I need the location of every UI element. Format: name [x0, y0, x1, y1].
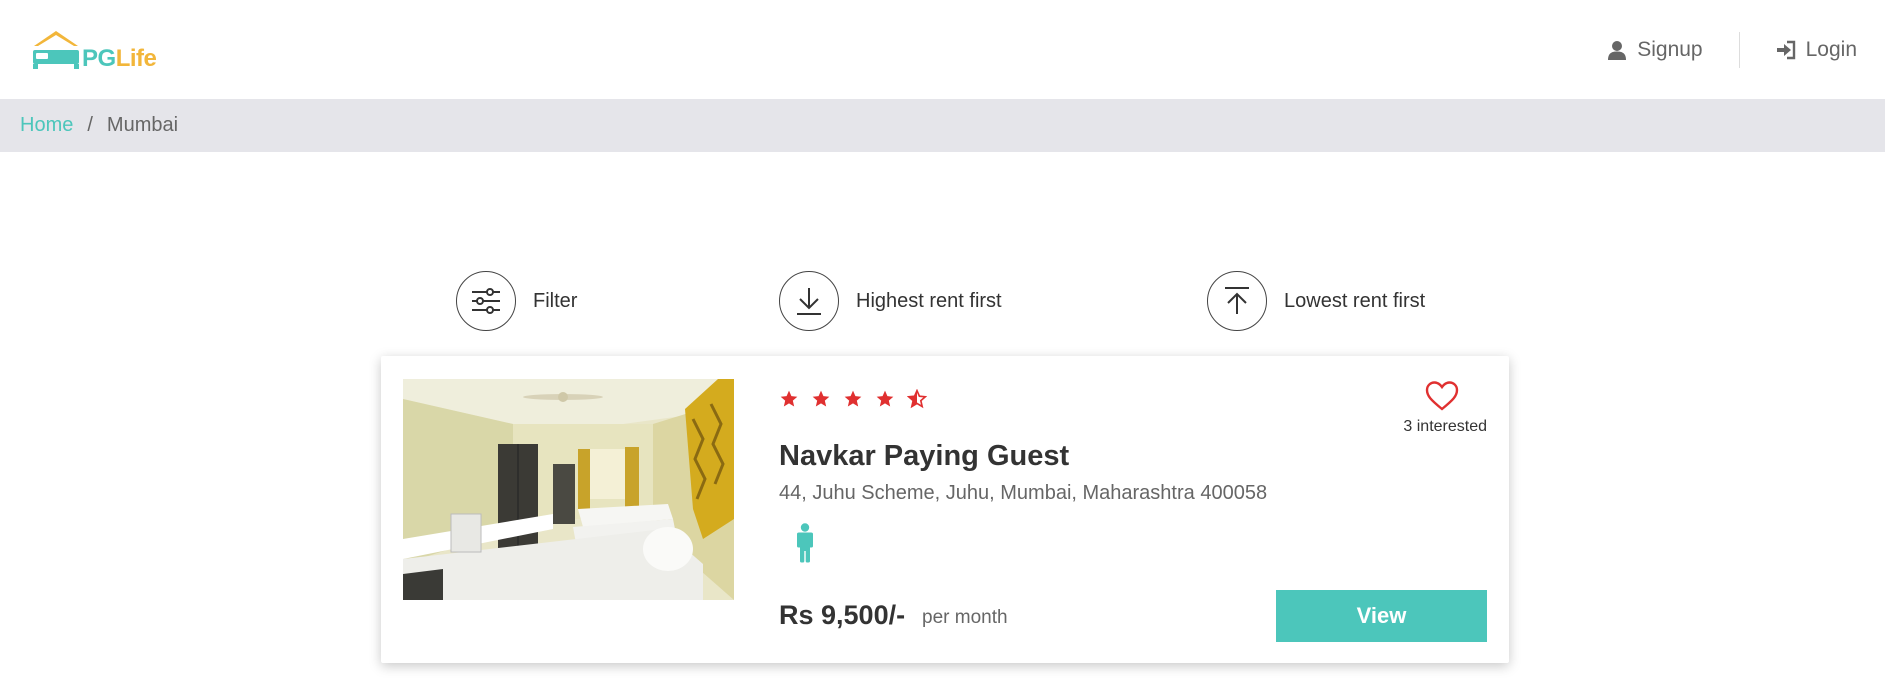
signup-label: Signup [1637, 38, 1703, 61]
signup-link[interactable]: Signup [1607, 38, 1703, 62]
filter-label: Filter [533, 289, 578, 312]
breadcrumb-current: Mumbai [106, 114, 179, 136]
property-image[interactable] [403, 379, 734, 600]
brand-name-life: Life [115, 45, 157, 72]
login-link[interactable]: Login [1776, 38, 1857, 62]
property-price: Rs 9,500/- [779, 600, 906, 630]
rating-stars [779, 389, 927, 409]
login-label: Login [1805, 38, 1857, 61]
nav-divider [1738, 32, 1740, 68]
star-full-icon [780, 390, 798, 407]
price-suffix: per month [922, 607, 1008, 628]
filter-button[interactable]: Filter [456, 271, 577, 331]
sort-lowest-label: Lowest rent first [1284, 289, 1426, 312]
house-bed-icon [33, 31, 79, 69]
property-card: Navkar Paying Guest 44, Juhu Scheme, Juh… [381, 356, 1509, 663]
room-photo [403, 379, 734, 600]
header: PGLife Signup Login [0, 0, 1885, 99]
sliders-icon [472, 288, 500, 314]
filter-icon-circle [456, 271, 516, 331]
brand-name: PGLife [82, 45, 157, 73]
male-icon [797, 523, 813, 563]
user-icon [1608, 41, 1627, 60]
interested-count: 3 interested [1403, 418, 1487, 435]
star-full-icon [844, 390, 862, 407]
star-half-icon [907, 389, 927, 409]
breadcrumb: Home / Mumbai [0, 99, 1885, 152]
arrow-down-to-line-icon [797, 288, 821, 315]
top-nav: Signup Login [1607, 32, 1857, 68]
breadcrumb-separator: / [87, 114, 93, 136]
breadcrumb-home-link[interactable]: Home [20, 114, 73, 137]
star-full-icon [812, 390, 830, 407]
sort-highest-label: Highest rent first [856, 289, 1002, 312]
sort-asc-icon-circle [1207, 271, 1267, 331]
sort-desc-icon-circle [779, 271, 839, 331]
view-button[interactable]: View [1276, 590, 1487, 642]
star-full-icon [876, 390, 894, 407]
sort-highest-rent-button[interactable]: Highest rent first [779, 271, 1002, 331]
brand-logo[interactable]: PGLife [30, 28, 175, 78]
brand-name-pg: PG [82, 45, 116, 72]
arrow-up-to-line-icon [1225, 287, 1249, 314]
heart-icon[interactable] [1425, 380, 1459, 412]
property-address: 44, Juhu Scheme, Juhu, Mumbai, Maharasht… [779, 482, 1268, 504]
sort-lowest-rent-button[interactable]: Lowest rent first [1207, 271, 1425, 331]
property-name[interactable]: Navkar Paying Guest [779, 440, 1069, 473]
sign-in-icon [1776, 40, 1795, 60]
